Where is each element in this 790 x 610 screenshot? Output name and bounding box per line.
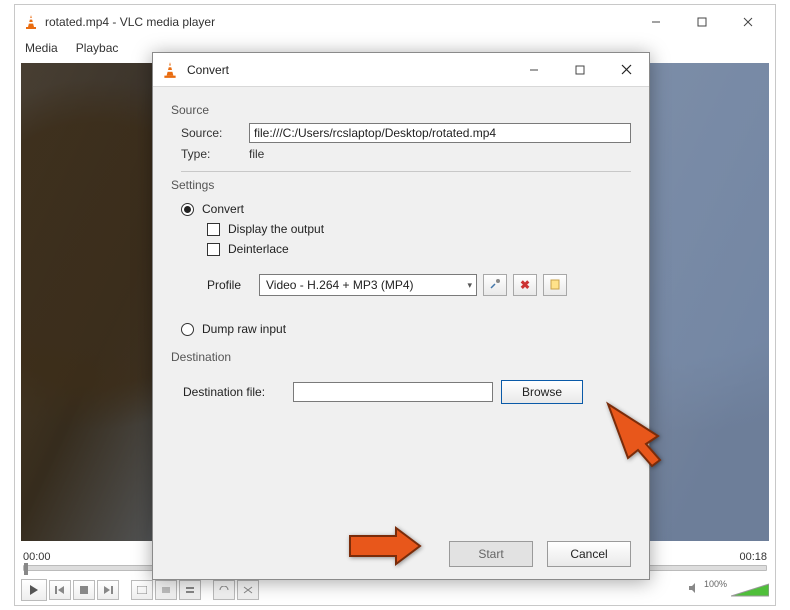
fullscreen-button[interactable]: [131, 580, 153, 600]
source-label: Source:: [181, 126, 241, 140]
minimize-button[interactable]: [633, 7, 679, 37]
start-button[interactable]: Start: [449, 541, 533, 567]
tools-icon: [489, 278, 501, 293]
menu-media[interactable]: Media: [21, 39, 62, 61]
chevron-down-icon: ▾: [467, 280, 472, 291]
main-titlebar: rotated.mp4 - VLC media player: [15, 5, 775, 39]
dialog-window-controls: [511, 55, 649, 85]
play-button[interactable]: [21, 579, 47, 601]
vlc-cone-icon: [23, 14, 39, 30]
checkbox-unchecked-icon: [207, 243, 220, 256]
checkbox-unchecked-icon: [207, 223, 220, 236]
delete-icon: ✖: [520, 278, 530, 292]
deinterlace-checkbox[interactable]: Deinterlace: [207, 242, 631, 256]
destination-file-label: Destination file:: [183, 385, 285, 399]
destination-section-label: Destination: [171, 350, 631, 364]
loop-button[interactable]: [213, 580, 235, 600]
volume-percent: 100%: [704, 579, 727, 589]
browse-button[interactable]: Browse: [501, 380, 583, 404]
type-value: file: [249, 147, 264, 161]
mute-icon[interactable]: [688, 581, 700, 599]
display-output-checkbox[interactable]: Display the output: [207, 222, 631, 236]
edit-profile-button[interactable]: [483, 274, 507, 296]
dialog-titlebar: Convert: [153, 53, 649, 87]
next-button[interactable]: [97, 580, 119, 600]
main-window-controls: [633, 7, 771, 37]
profile-select-value: Video - H.264 + MP3 (MP4): [266, 278, 414, 292]
menu-playback[interactable]: Playbac: [72, 39, 123, 61]
shuffle-button[interactable]: [237, 580, 259, 600]
new-profile-icon: [549, 278, 561, 293]
settings-section-label: Settings: [171, 178, 631, 192]
dialog-footer: Start Cancel: [449, 541, 631, 567]
radio-unselected-icon: [181, 323, 194, 336]
dialog-maximize-button[interactable]: [557, 55, 603, 85]
time-elapsed: 00:00: [23, 551, 51, 563]
delete-profile-button[interactable]: ✖: [513, 274, 537, 296]
source-input[interactable]: [249, 123, 631, 143]
maximize-button[interactable]: [679, 7, 725, 37]
prev-button[interactable]: [49, 580, 71, 600]
ext-settings-button[interactable]: [155, 580, 177, 600]
source-section-label: Source: [171, 103, 631, 117]
dialog-close-button[interactable]: [603, 55, 649, 85]
close-button[interactable]: [725, 7, 771, 37]
main-window-title: rotated.mp4 - VLC media player: [45, 15, 633, 29]
player-controls: 100%: [21, 579, 769, 601]
profile-select[interactable]: Video - H.264 + MP3 (MP4) ▾: [259, 274, 477, 296]
cancel-button[interactable]: Cancel: [547, 541, 631, 567]
stop-button[interactable]: [73, 580, 95, 600]
volume-slider[interactable]: [731, 582, 769, 598]
dialog-title: Convert: [187, 63, 511, 77]
time-total: 00:18: [739, 551, 767, 563]
display-output-label: Display the output: [228, 222, 324, 236]
radio-selected-icon: [181, 203, 194, 216]
vlc-cone-icon: [161, 61, 179, 79]
dump-raw-label: Dump raw input: [202, 322, 286, 336]
type-label: Type:: [181, 147, 241, 161]
profile-label: Profile: [207, 278, 253, 292]
playlist-button[interactable]: [179, 580, 201, 600]
dump-raw-radio[interactable]: Dump raw input: [181, 322, 631, 336]
new-profile-button[interactable]: [543, 274, 567, 296]
deinterlace-label: Deinterlace: [228, 242, 289, 256]
destination-file-input[interactable]: [293, 382, 493, 402]
convert-radio-label: Convert: [202, 202, 244, 216]
convert-dialog: Convert Source Source: Type: file Settin…: [152, 52, 650, 580]
dialog-minimize-button[interactable]: [511, 55, 557, 85]
convert-radio[interactable]: Convert: [181, 202, 631, 216]
